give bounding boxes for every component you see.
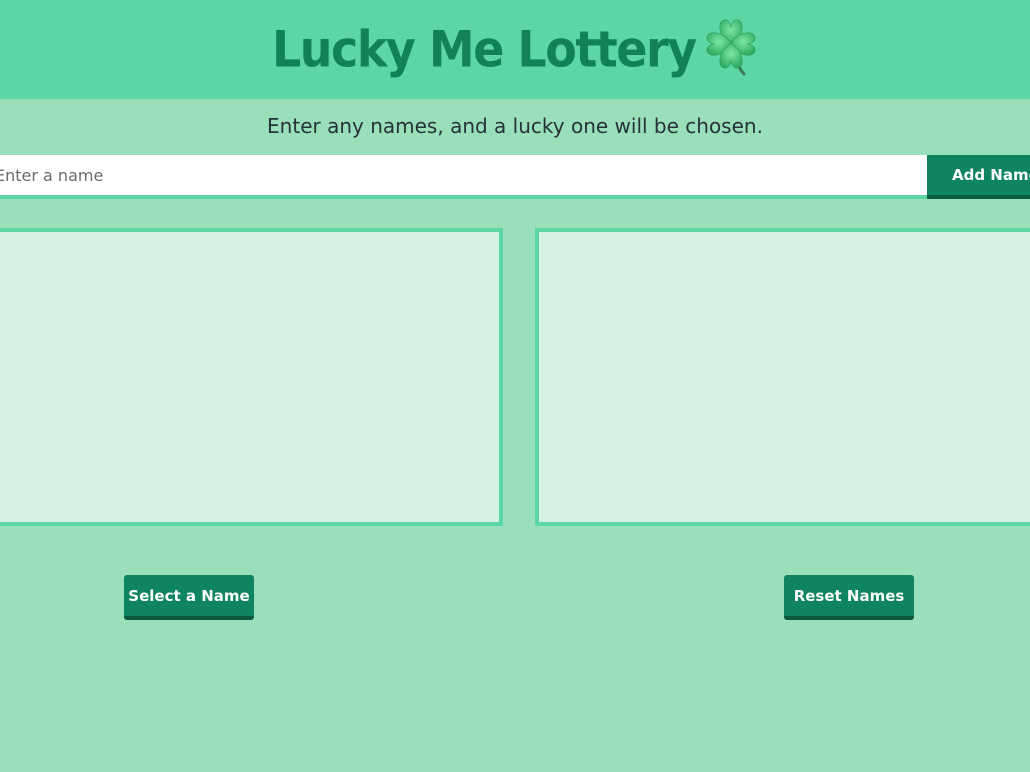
four-leaf-clover-icon xyxy=(706,19,756,76)
page-title: Lucky Me Lottery xyxy=(272,19,697,79)
chosen-name-panel xyxy=(535,228,1030,526)
names-list-panel xyxy=(0,228,503,526)
reset-names-button[interactable]: Reset Names xyxy=(784,575,914,620)
name-input[interactable] xyxy=(0,155,927,199)
select-name-button[interactable]: Select a Name xyxy=(124,575,254,620)
header-bar: Lucky Me Lottery xyxy=(0,0,1030,99)
title-group: Lucky Me Lottery xyxy=(272,14,697,84)
add-name-button[interactable]: Add Name xyxy=(927,155,1030,199)
name-entry-row: Add Name xyxy=(0,154,1030,200)
instructions-text: Enter any names, and a lucky one will be… xyxy=(267,114,763,138)
